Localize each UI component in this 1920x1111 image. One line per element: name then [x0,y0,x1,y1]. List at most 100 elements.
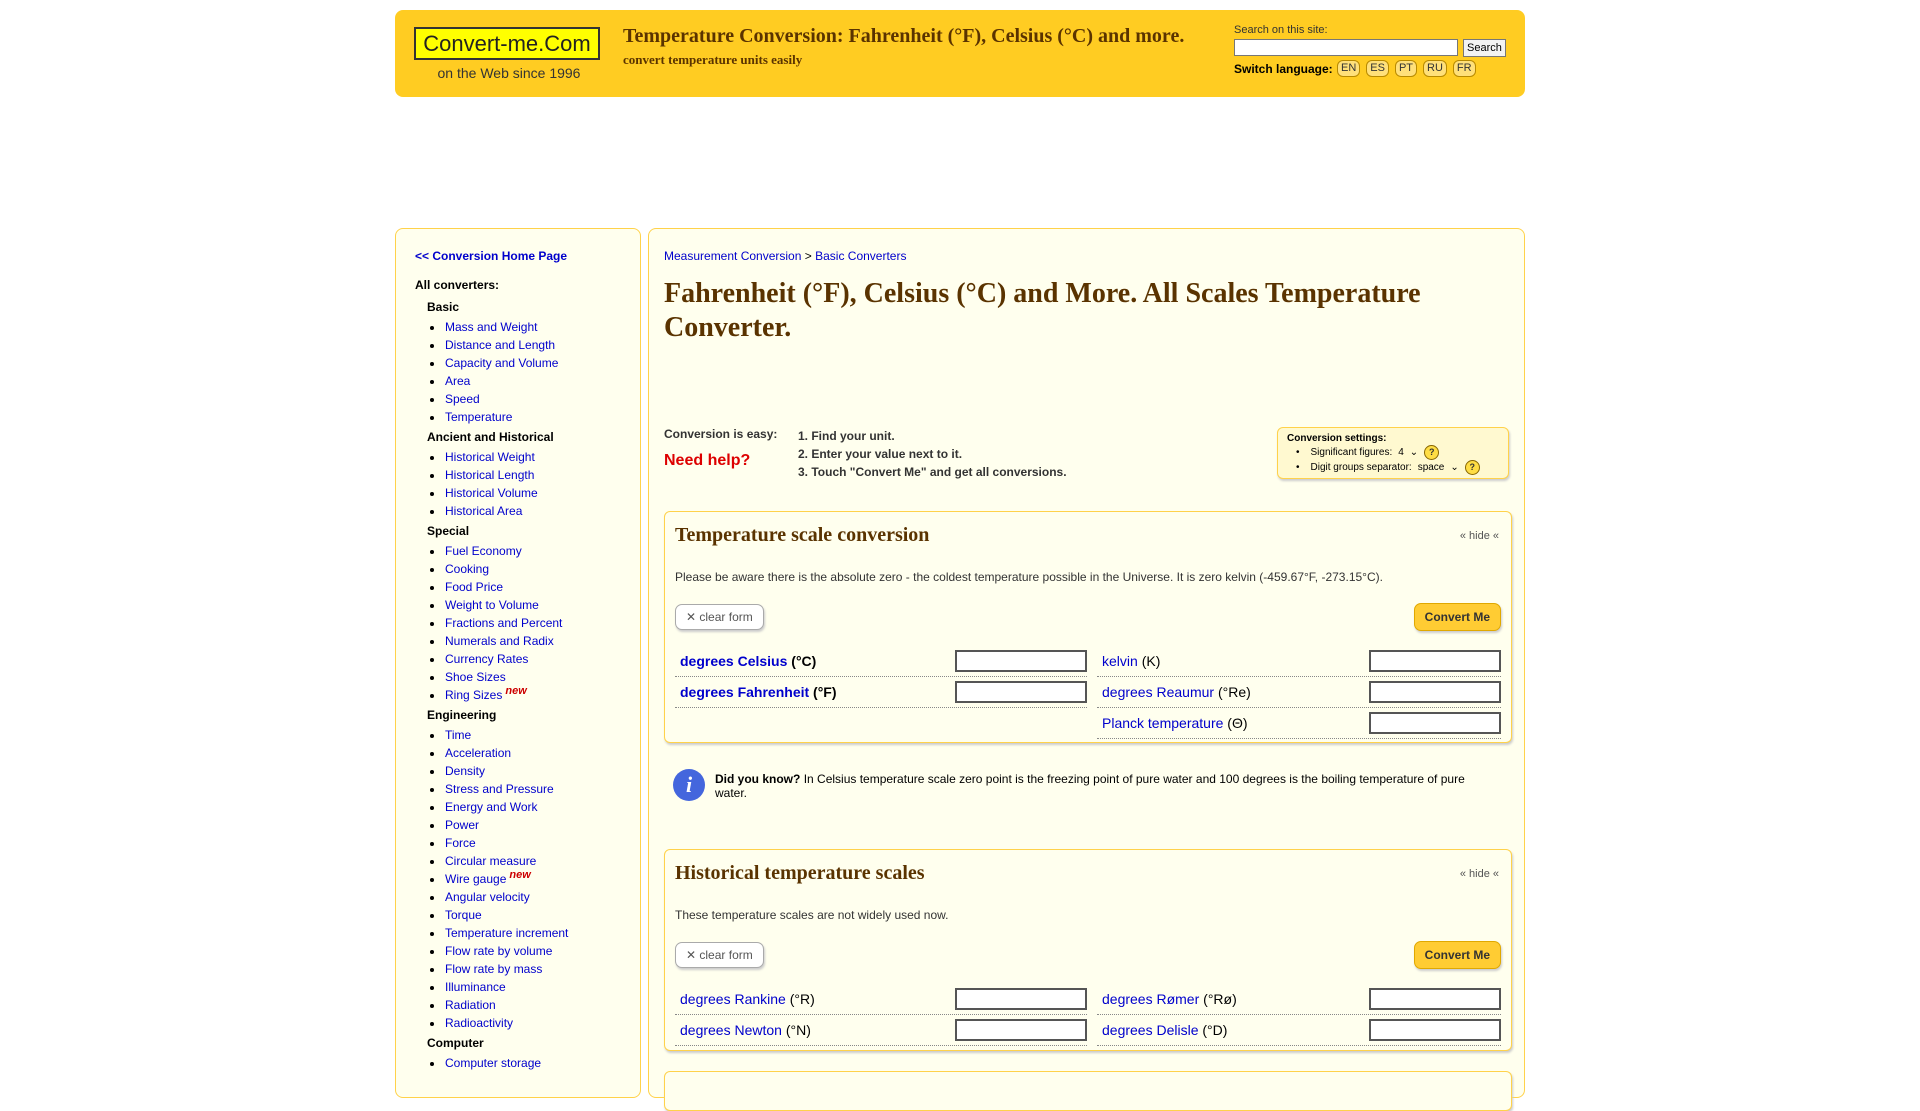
sidebar-item-link[interactable]: Flow rate by volume [445,944,552,958]
kelvin-input[interactable] [1369,650,1501,672]
sidebar-item-link[interactable]: Time [445,728,471,742]
lang-es-button[interactable]: ES [1366,60,1389,77]
conversion-settings: Conversion settings: Significant figures… [1277,427,1509,479]
unit-label: degrees Delisle (°D) [1102,1022,1227,1038]
unit-row-newton: degrees Newton (°N) [675,1016,1087,1046]
sidebar-item: Distance and Length [427,336,637,354]
clear-form-button[interactable]: ✕ clear form [675,942,764,968]
sidebar-item: Weight to Volume [427,596,637,614]
sidebar-item-link[interactable]: Food Price [445,580,503,594]
convert-me-button[interactable]: Convert Me [1413,603,1501,631]
sidebar-item-link[interactable]: Distance and Length [445,338,555,352]
sidebar-item-link[interactable]: Historical Volume [445,486,538,500]
lang-en-button[interactable]: EN [1337,60,1361,77]
lang-ru-button[interactable]: RU [1423,60,1447,77]
search-label: Search on this site: [1234,24,1328,36]
sidebar-item-link[interactable]: Computer storage [445,1056,541,1070]
lang-pt-button[interactable]: PT [1394,60,1418,77]
sidebar-item: Flow rate by mass [427,960,637,978]
convert-me-button[interactable]: Convert Me [1413,941,1501,969]
sidebar-item-link[interactable]: Wire gauge [445,872,506,886]
separator-help-icon[interactable]: ? [1464,460,1480,475]
site-logo[interactable]: Convert-me.Com on the Web since 1996 [414,27,604,81]
unit-row-kelvin: kelvin (K) [1097,647,1501,677]
clear-form-button[interactable]: ✕ clear form [675,604,764,630]
unit-link[interactable]: degrees Fahrenheit [680,684,809,700]
sidebar-item-link[interactable]: Illuminance [445,980,506,994]
all-converters-label: All converters: [415,278,500,292]
sidebar-group-list: Mass and Weight Distance and Length Capaci… [427,318,637,426]
sidebar-item-link[interactable]: Density [445,764,485,778]
sidebar-item-link[interactable]: Mass and Weight [445,320,538,334]
sidebar-item-link[interactable]: Capacity and Volume [445,356,558,370]
sidebar-item-link[interactable]: Temperature [445,410,512,424]
sidebar-item-link[interactable]: Speed [445,392,480,406]
sidebar-item: Capacity and Volume [427,354,637,372]
sidebar-item-link[interactable]: Currency Rates [445,652,528,666]
delisle-input[interactable] [1369,1019,1501,1041]
unit-label: degrees Rømer (°Rø) [1102,991,1237,1007]
breadcrumb-basic-link[interactable]: Basic Converters [815,249,906,263]
search-input[interactable] [1234,39,1458,56]
separator-label: Digit groups separator: [1310,462,1412,473]
search-button[interactable]: Search [1463,39,1506,57]
sidebar-item-link[interactable]: Temperature increment [445,926,568,940]
sidebar-item-link[interactable]: Radiation [445,998,496,1012]
sidebar-item-link[interactable]: Angular velocity [445,890,530,904]
celsius-input[interactable] [955,650,1087,672]
sidebar-item: Force [427,834,637,852]
info-icon: i [673,769,705,801]
separator-select[interactable]: space ⌄ [1418,462,1459,473]
planck-input[interactable] [1369,712,1501,734]
sidebar-item-link[interactable]: Weight to Volume [445,598,539,612]
sidebar-item-link[interactable]: Ring Sizes [445,688,502,702]
hide-toggle[interactable]: « hide « [1460,530,1499,542]
sidebar-item-link[interactable]: Numerals and Radix [445,634,554,648]
lang-fr-button[interactable]: FR [1452,60,1476,77]
home-link[interactable]: << Conversion Home Page [415,249,567,263]
fahrenheit-input[interactable] [955,681,1087,703]
unit-link[interactable]: degrees Newton [680,1022,782,1038]
breadcrumb-measurement-link[interactable]: Measurement Conversion [664,249,801,263]
sidebar-item-link[interactable]: Acceleration [445,746,511,760]
newton-input[interactable] [955,1019,1087,1041]
rankine-input[interactable] [955,988,1087,1010]
sidebar-item-link[interactable]: Shoe Sizes [445,670,506,684]
steps-list: 1. Find your unit. 2. Enter your value n… [798,427,1067,481]
sidebar-item-link[interactable]: Cooking [445,562,489,576]
romer-input[interactable] [1369,988,1501,1010]
reaumur-input[interactable] [1369,681,1501,703]
sidebar-group-title: Engineering [427,708,497,722]
sidebar-item: Time [427,726,637,744]
unit-link[interactable]: Planck temperature [1102,715,1223,731]
sidebar-item-link[interactable]: Historical Length [445,468,534,482]
did-you-know-body: In Celsius temperature scale zero point … [715,772,1465,800]
sidebar-item-link[interactable]: Fractions and Percent [445,616,562,630]
hide-toggle[interactable]: « hide « [1460,868,1499,880]
unit-link[interactable]: kelvin [1102,653,1138,669]
unit-link[interactable]: degrees Rankine [680,991,786,1007]
sidebar-item-link[interactable]: Circular measure [445,854,536,868]
sidebar-item-link[interactable]: Stress and Pressure [445,782,554,796]
sidebar-item-link[interactable]: Force [445,836,476,850]
sidebar-item-link[interactable]: Area [445,374,470,388]
sidebar-item: Illuminance [427,978,637,996]
sig-figures-help-icon[interactable]: ? [1424,445,1440,460]
sidebar-item-link[interactable]: Radioactivity [445,1016,513,1030]
temperature-scale-panel: Temperature scale conversion « hide « Pl… [664,511,1512,743]
sidebar-item-link[interactable]: Historical Area [445,504,522,518]
sidebar-item-link[interactable]: Fuel Economy [445,544,522,558]
sidebar-item-link[interactable]: Flow rate by mass [445,962,542,976]
unit-link[interactable]: degrees Celsius [680,653,787,669]
need-help-link[interactable]: Need help? [664,452,750,470]
language-switcher: EN ES PT RU FR [1337,60,1476,77]
sidebar-item-link[interactable]: Historical Weight [445,450,535,464]
unit-link[interactable]: degrees Rømer [1102,991,1199,1007]
sidebar-item-link[interactable]: Torque [445,908,482,922]
sidebar-item-link[interactable]: Power [445,818,479,832]
unit-link[interactable]: degrees Delisle [1102,1022,1199,1038]
sidebar-item-link[interactable]: Energy and Work [445,800,538,814]
unit-link[interactable]: degrees Reaumur [1102,684,1214,700]
sig-figures-select[interactable]: 4 ⌄ [1398,447,1418,458]
sidebar-item: Temperature [427,408,637,426]
